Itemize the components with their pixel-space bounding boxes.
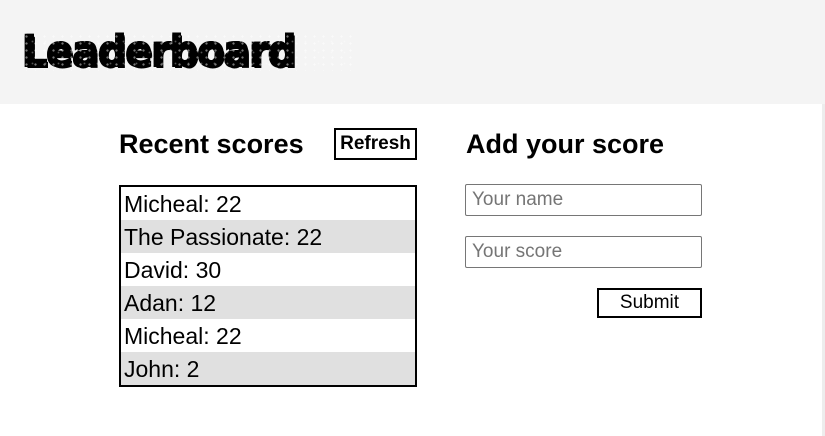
recent-scores-heading: Recent scores [119,129,304,159]
score-item: Adan: 12 [121,286,415,319]
score-item: John: 2 [121,352,415,385]
score-item: The Passionate: 22 [121,220,415,253]
score-item: Micheal: 22 [124,191,242,217]
score-list: Micheal: 22 The Passionate: 22 David: 30… [119,185,417,387]
refresh-button[interactable]: Refresh [334,128,417,160]
submit-button[interactable]: Submit [597,288,702,318]
add-score-heading: Add your score [466,129,665,159]
leaderboard-logo-title: Leaderboard [21,26,297,78]
score-item: Micheal: 22 [124,323,242,349]
score-input[interactable] [465,236,702,268]
page: Leaderboard Recent scores Refresh Michea… [0,0,825,436]
score-item: David: 30 [124,257,222,283]
header-bar: Leaderboard [0,0,825,104]
name-input[interactable] [465,184,702,216]
